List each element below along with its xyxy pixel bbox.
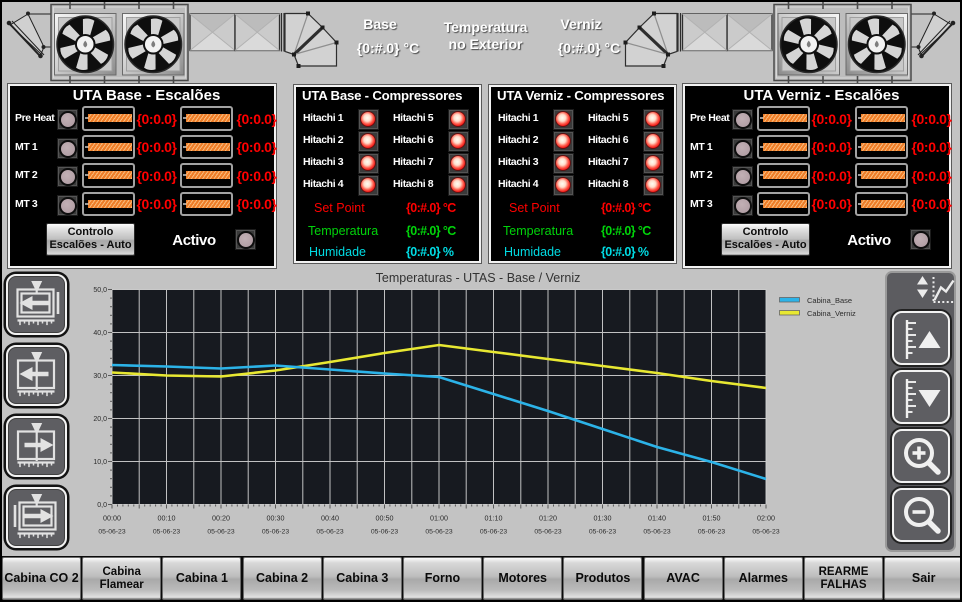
svg-text:20,0: 20,0 (93, 416, 107, 423)
svg-text:00:10: 00:10 (158, 514, 176, 523)
svg-text:00:30: 00:30 (267, 514, 285, 523)
svg-text:Temperaturas - UTAS - Base / V: Temperaturas - UTAS - Base / Verniz (376, 271, 581, 285)
svg-text:01:20: 01:20 (539, 514, 557, 523)
svg-text:05-06-23: 05-06-23 (480, 529, 507, 536)
svg-text:00:00: 00:00 (103, 514, 121, 523)
svg-text:05-06-23: 05-06-23 (207, 529, 234, 536)
svg-text:05-06-23: 05-06-23 (534, 529, 561, 536)
svg-text:02:00: 02:00 (757, 514, 775, 523)
svg-text:05-06-23: 05-06-23 (698, 529, 725, 536)
svg-text:05-06-23: 05-06-23 (425, 529, 452, 536)
svg-text:05-06-23: 05-06-23 (752, 529, 779, 536)
svg-text:01:40: 01:40 (648, 514, 666, 523)
svg-text:05-06-23: 05-06-23 (316, 529, 343, 536)
svg-text:01:00: 01:00 (430, 514, 448, 523)
svg-text:10,0: 10,0 (93, 459, 107, 466)
svg-text:00:40: 00:40 (321, 514, 339, 523)
svg-text:30,0: 30,0 (93, 373, 107, 380)
svg-text:00:50: 00:50 (376, 514, 394, 523)
svg-text:05-06-23: 05-06-23 (371, 529, 398, 536)
svg-text:05-06-23: 05-06-23 (262, 529, 289, 536)
svg-text:01:50: 01:50 (703, 514, 721, 523)
svg-text:Cabina_Base: Cabina_Base (807, 296, 852, 305)
svg-text:50,0: 50,0 (93, 287, 107, 294)
svg-text:05-06-23: 05-06-23 (643, 529, 670, 536)
svg-text:00:20: 00:20 (212, 514, 230, 523)
svg-text:Cabina_Verniz: Cabina_Verniz (807, 309, 856, 318)
svg-text:01:30: 01:30 (594, 514, 612, 523)
svg-text:40,0: 40,0 (93, 330, 107, 337)
svg-text:0,0: 0,0 (97, 502, 107, 509)
svg-text:01:10: 01:10 (485, 514, 503, 523)
svg-text:05-06-23: 05-06-23 (153, 529, 180, 536)
svg-text:05-06-23: 05-06-23 (589, 529, 616, 536)
svg-text:05-06-23: 05-06-23 (98, 529, 125, 536)
